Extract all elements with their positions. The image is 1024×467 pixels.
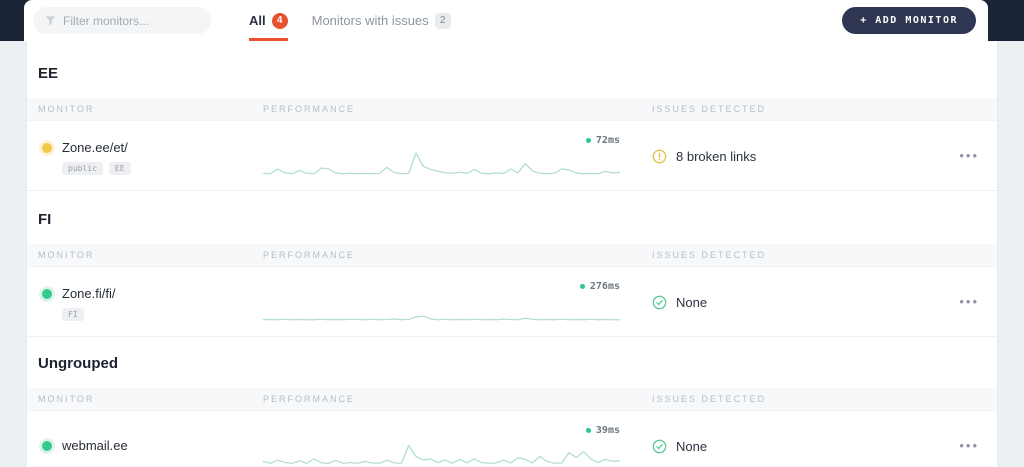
monitor-tags: FI (62, 308, 115, 321)
column-header-performance: PERFORMANCE (263, 250, 356, 260)
status-dot-warning (42, 143, 52, 153)
latency-label: 276ms (579, 281, 620, 292)
issues-text: None (676, 295, 708, 310)
monitor-tabs: All 4 Monitors with issues 2 (249, 0, 451, 41)
status-dot-ok (42, 289, 52, 299)
column-header-performance: PERFORMANCE (263, 104, 356, 114)
performance-sparkline (263, 444, 620, 464)
latency-dot-icon (585, 138, 591, 143)
group-heading: Ungrouped (38, 355, 118, 372)
monitor-group-ungrouped: Ungrouped MONITOR PERFORMANCE ISSUES DET… (27, 336, 997, 467)
group-heading: EE (38, 65, 59, 82)
column-header-monitor: MONITOR (38, 104, 95, 114)
tag-badge: FI (62, 308, 84, 321)
top-bar: All 4 Monitors with issues 2 + ADD MONIT… (0, 0, 1024, 41)
performance-cell: 72ms (263, 131, 652, 180)
issues-cell: 8 broken links (652, 131, 921, 180)
monitor-row[interactable]: webmail.ee 39ms None ••• (27, 411, 997, 467)
table-header-row: MONITOR PERFORMANCE ISSUES DETECTED (27, 388, 997, 411)
column-header-issues: ISSUES DETECTED (652, 250, 767, 260)
column-header-issues: ISSUES DETECTED (652, 394, 767, 404)
tab-all-count-badge: 4 (271, 12, 288, 29)
table-header-row: MONITOR PERFORMANCE ISSUES DETECTED (27, 98, 997, 121)
filter-funnel-icon (45, 16, 56, 26)
issues-cell: None (652, 421, 921, 467)
performance-cell: 276ms (263, 277, 652, 326)
table-header-row: MONITOR PERFORMANCE ISSUES DETECTED (27, 244, 997, 267)
latency-label: 72ms (585, 135, 620, 146)
monitor-name: Zone.fi/fi/ (62, 286, 116, 301)
tab-issues-count-badge: 2 (434, 12, 451, 29)
monitor-row[interactable]: Zone.ee/et/ public EE 72ms 8 broken link… (27, 121, 997, 190)
monitor-tags: public EE (62, 162, 131, 175)
issues-text: None (676, 439, 708, 454)
column-header-monitor: MONITOR (38, 250, 95, 260)
monitor-row[interactable]: Zone.fi/fi/ FI 276ms None ••• (27, 267, 997, 336)
tab-all[interactable]: All 4 (249, 0, 288, 41)
status-dot-ok (42, 440, 52, 451)
issues-text: 8 broken links (676, 149, 757, 164)
top-bar-inner: All 4 Monitors with issues 2 + ADD MONIT… (24, 0, 988, 41)
monitor-name: Zone.ee/et/ (62, 140, 128, 155)
issues-cell: None (652, 277, 921, 326)
column-header-monitor: MONITOR (38, 394, 95, 404)
latency-dot-icon (585, 428, 591, 433)
check-circle-icon (652, 295, 667, 310)
performance-sparkline (263, 152, 620, 175)
performance-cell: 39ms (263, 421, 652, 467)
latency-dot-icon (579, 284, 585, 289)
group-heading: FI (38, 211, 52, 228)
filter-monitors-field[interactable] (63, 13, 199, 28)
row-menu-button[interactable]: ••• (957, 145, 981, 166)
tag-badge: EE (108, 162, 131, 175)
check-circle-icon (652, 439, 667, 454)
monitors-panel: EE MONITOR PERFORMANCE ISSUES DETECTED Z… (27, 41, 997, 467)
tag-badge: public (62, 162, 103, 175)
page-background: EE MONITOR PERFORMANCE ISSUES DETECTED Z… (0, 41, 1024, 467)
add-monitor-button[interactable]: + ADD MONITOR (842, 7, 976, 34)
warning-icon (652, 149, 667, 164)
tab-issues-label: Monitors with issues (311, 13, 429, 28)
monitor-group-fi: FI MONITOR PERFORMANCE ISSUES DETECTED Z… (27, 190, 997, 336)
monitor-group-ee: EE MONITOR PERFORMANCE ISSUES DETECTED Z… (27, 41, 997, 190)
monitor-name: webmail.ee (62, 438, 128, 453)
tab-monitors-with-issues[interactable]: Monitors with issues 2 (312, 0, 451, 41)
row-menu-button[interactable]: ••• (957, 291, 981, 312)
row-menu-button[interactable]: ••• (957, 435, 981, 456)
latency-label: 39ms (585, 425, 620, 436)
performance-sparkline (263, 315, 620, 321)
filter-monitors-input[interactable] (33, 7, 211, 34)
tab-all-label: All (249, 13, 266, 28)
column-header-performance: PERFORMANCE (263, 394, 356, 404)
column-header-issues: ISSUES DETECTED (652, 104, 767, 114)
